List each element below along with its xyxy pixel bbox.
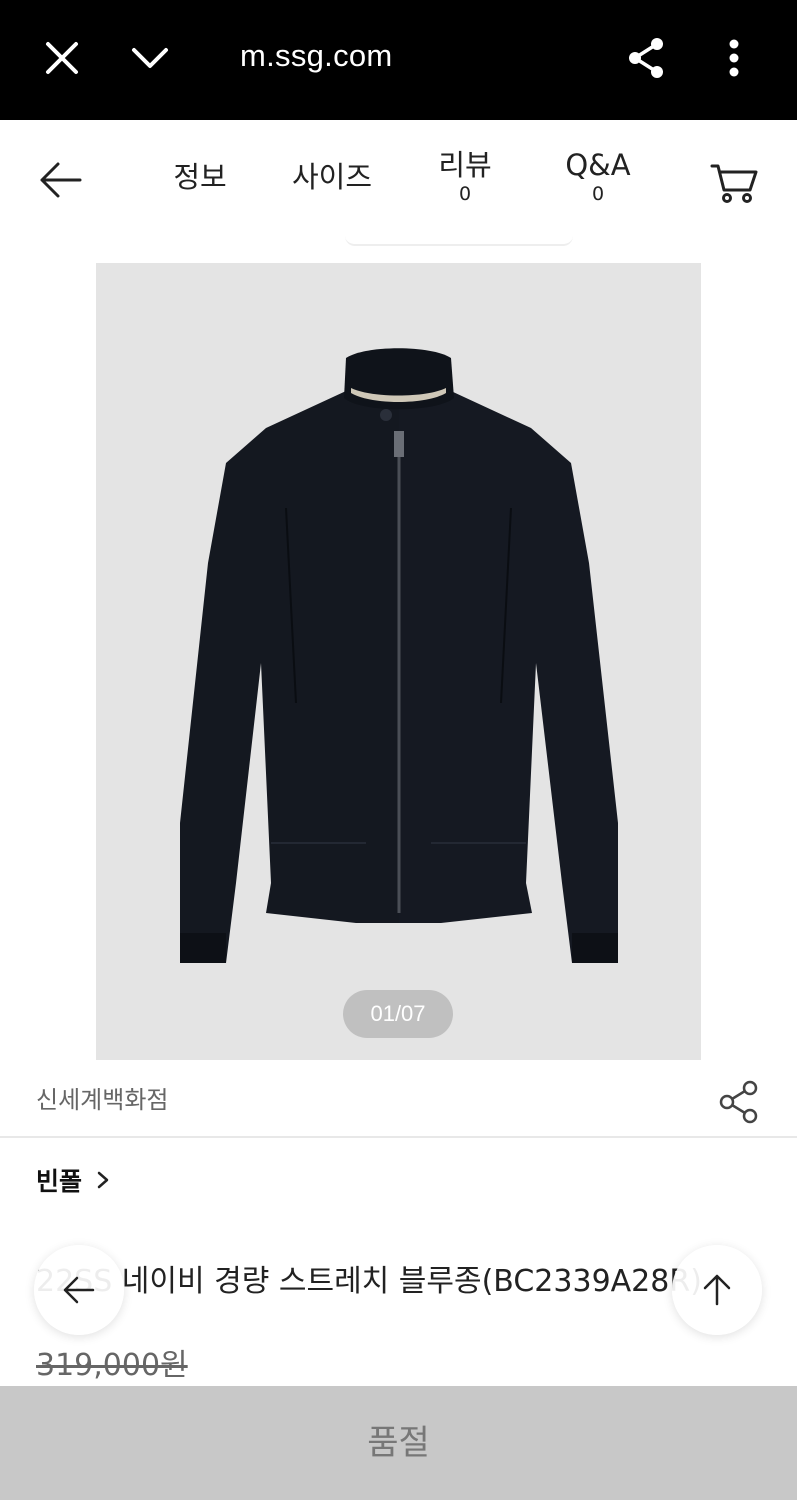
sold-out-button[interactable]: 품절 xyxy=(0,1386,797,1500)
tab-qa-count: 0 xyxy=(591,183,605,205)
share-icon[interactable] xyxy=(618,30,674,86)
tab-review-label: 리뷰 xyxy=(438,148,492,182)
arrow-up-icon xyxy=(703,1274,731,1306)
brand-link[interactable]: 빈폴 xyxy=(36,1162,112,1198)
store-row: 신세계백화점 xyxy=(0,1060,797,1138)
jacket-illustration xyxy=(180,348,618,963)
product-title: 22SS 네이비 경량 스트레치 블루종(BC2339A28R) xyxy=(36,1264,702,1299)
image-counter: 01/07 xyxy=(343,990,453,1038)
back-arrow-icon xyxy=(63,1276,95,1304)
share-icon[interactable] xyxy=(714,1076,764,1126)
tab-size-label: 사이즈 xyxy=(291,160,373,194)
tab-qa-label: Q&A xyxy=(565,148,631,182)
chevron-right-icon xyxy=(97,1171,109,1189)
product-price: 319,000원 xyxy=(36,1348,188,1383)
chevron-down-icon[interactable] xyxy=(122,30,178,86)
tab-info[interactable]: 정보 xyxy=(164,160,236,194)
cart-icon[interactable] xyxy=(706,154,762,210)
product-tab-bar: 정보 사이즈 리뷰 0 Q&A 0 xyxy=(0,120,797,240)
browser-top-bar: m.ssg.com xyxy=(0,0,797,120)
brand-name: 빈폴 xyxy=(36,1167,83,1196)
back-arrow-icon[interactable] xyxy=(34,152,90,208)
browser-url[interactable]: m.ssg.com xyxy=(240,38,393,74)
product-image[interactable]: 01/07 xyxy=(96,263,701,1060)
scroll-top-button[interactable] xyxy=(672,1245,762,1335)
tab-review[interactable]: 리뷰 0 xyxy=(430,148,500,206)
store-name[interactable]: 신세계백화점 xyxy=(36,1080,168,1115)
more-vertical-icon[interactable] xyxy=(706,30,762,86)
tab-review-count: 0 xyxy=(458,183,472,205)
tab-info-label: 정보 xyxy=(173,160,227,194)
pull-handle xyxy=(345,236,573,246)
tab-qa[interactable]: Q&A 0 xyxy=(556,148,640,206)
floating-back-button[interactable] xyxy=(34,1245,124,1335)
close-icon[interactable] xyxy=(34,30,90,86)
tab-size[interactable]: 사이즈 xyxy=(282,160,382,194)
